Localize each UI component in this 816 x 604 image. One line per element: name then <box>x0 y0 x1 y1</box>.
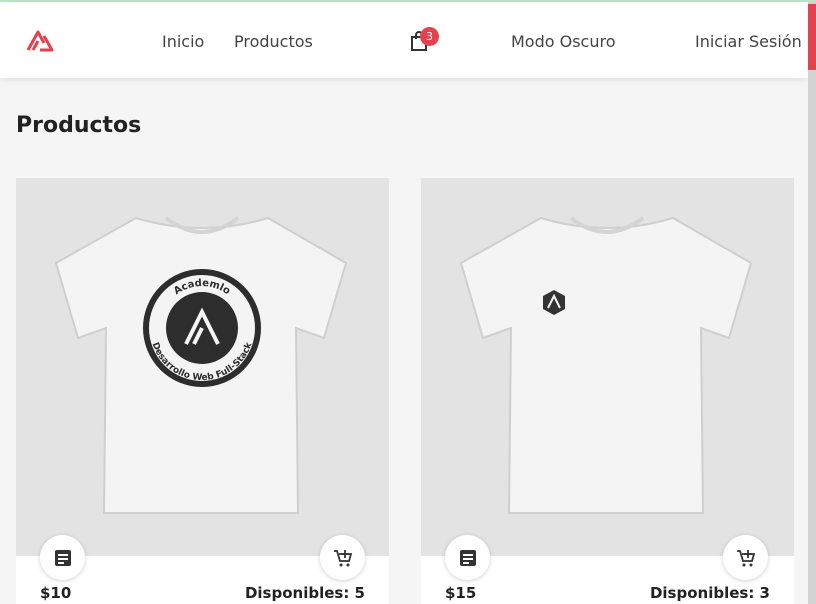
product-price: $10 <box>40 584 72 602</box>
document-icon <box>459 549 476 566</box>
scrollbar-track[interactable] <box>808 2 816 604</box>
nav-inicio[interactable]: Inicio <box>162 32 204 51</box>
navbar: Inicio Productos 3 Modo Oscuro Iniciar S… <box>0 2 808 78</box>
nav-productos[interactable]: Productos <box>234 32 313 51</box>
product-image[interactable] <box>421 178 794 556</box>
tshirt-image: Academlo Desarrollo Web Full-Stack <box>54 216 348 514</box>
product-card[interactable]: $15 Disponibles: 3 <box>421 178 794 604</box>
tshirt-image <box>459 216 753 514</box>
add-to-cart-icon <box>333 549 352 566</box>
cart-count-badge: 3 <box>420 27 439 46</box>
page-title: Productos <box>16 113 142 138</box>
product-card[interactable]: Academlo Desarrollo Web Full-Stack $10 D… <box>16 178 389 604</box>
dark-mode-toggle[interactable]: Modo Oscuro <box>511 32 616 51</box>
product-stock: Disponibles: 3 <box>649 584 770 602</box>
academlo-logo[interactable] <box>26 30 54 52</box>
scrollbar-thumb[interactable] <box>808 4 816 70</box>
details-button[interactable] <box>445 535 490 580</box>
details-button[interactable] <box>40 535 85 580</box>
product-stock: Disponibles: 5 <box>244 584 365 602</box>
product-image[interactable]: Academlo Desarrollo Web Full-Stack <box>16 178 389 556</box>
add-to-cart-button[interactable] <box>723 535 768 580</box>
add-to-cart-icon <box>736 549 755 566</box>
add-to-cart-button[interactable] <box>320 535 365 580</box>
product-price: $15 <box>445 584 477 602</box>
login-link[interactable]: Iniciar Sesión <box>695 32 802 51</box>
document-icon <box>54 549 71 566</box>
